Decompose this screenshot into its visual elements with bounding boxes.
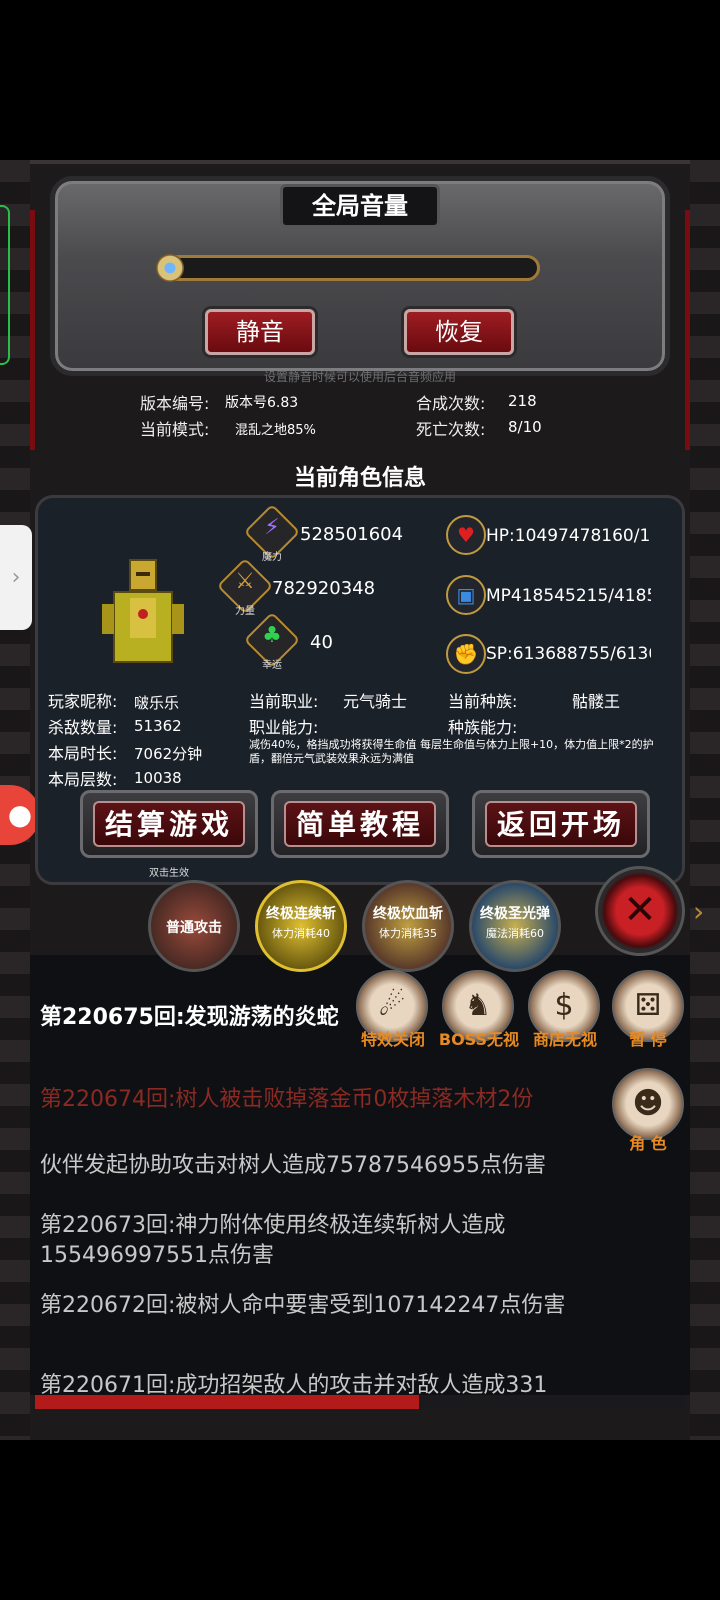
hp-value: :10497478160/1 [509, 526, 651, 546]
sword-icon: ⚔ [235, 569, 255, 594]
log-line: 第220671回:成功招架敌人的攻击并对敌人造成331 [40, 1373, 548, 1395]
magic-value: 528501604 [300, 524, 404, 545]
luck-caption: 幸运 [262, 660, 282, 671]
close-icon[interactable]: ✕ [595, 866, 685, 956]
shop-ignore-label[interactable]: 商店无视 [522, 1026, 608, 1050]
settle-game-label: 结算游戏 [93, 801, 245, 847]
side-drawer-handle[interactable]: › [0, 525, 32, 630]
craft-value: 218 [508, 392, 537, 410]
tutorial-label: 简单教程 [284, 801, 436, 847]
frame-right-rail [685, 210, 690, 450]
mute-hint: 设置静音时候可以使用后台音频应用 [263, 370, 456, 384]
hp-label: HP [486, 526, 510, 546]
pause-label[interactable]: 暂 停 [606, 1026, 690, 1050]
strength-value: 782920348 [272, 578, 376, 599]
job-ability-text: 减伤40%，格挡成功将获得生命值 每层生命值与体力上限+10，体力值上限*2的护… [249, 738, 654, 765]
skill-name: 终极连续斩 [266, 906, 336, 922]
kills-label: 杀敌数量: [48, 718, 118, 737]
mp-row: MP418545215/4185 [486, 586, 651, 606]
version-value: 版本号6.83 [225, 395, 299, 411]
job-ability-label: 职业能力: [249, 718, 319, 737]
return-start-label: 返回开场 [485, 801, 637, 847]
skill-ultimate-slash[interactable]: 终极连续斩 体力消耗40 [255, 880, 347, 972]
restore-button[interactable]: 恢复 [404, 309, 514, 355]
clover-icon: ♣ [262, 623, 282, 648]
job-value: 元气骑士 [343, 692, 408, 711]
lightning-icon: ⚡ [264, 515, 280, 540]
return-start-button[interactable]: 返回开场 [472, 790, 650, 858]
effects-toggle-label[interactable]: 特效关闭 [350, 1026, 436, 1050]
duration-value: 7062分钟 [134, 745, 203, 763]
kills-value: 51362 [134, 717, 182, 735]
luck-value: 40 [310, 632, 333, 653]
skill-normal-attack[interactable]: 普通攻击 [148, 880, 240, 972]
skill-cost: 体力消耗35 [379, 927, 437, 940]
floor-value: 10038 [134, 769, 182, 787]
nickname-label: 玩家昵称: [48, 692, 118, 711]
mana-icon: ▣ [446, 575, 486, 615]
strength-caption: 力量 [235, 606, 255, 617]
skill-cost: 体力消耗40 [272, 927, 330, 940]
race-value: 骷髅王 [572, 692, 621, 711]
mode-value: 混乱之地85% [235, 423, 316, 438]
user-icon: ● [7, 798, 33, 831]
boss-ignore-label[interactable]: BOSS无视 [434, 1026, 524, 1050]
version-label: 版本编号: [140, 394, 210, 413]
sp-value: :613688755/61368 [507, 644, 651, 664]
job-label: 当前职业: [249, 692, 319, 711]
chevron-right-icon[interactable]: › [693, 895, 704, 928]
mp-value: 418545215/4185 [510, 586, 651, 606]
sp-label: SP [486, 644, 508, 664]
role-label[interactable]: 角 色 [606, 1130, 690, 1154]
frame-left-rail [30, 210, 35, 450]
mute-button[interactable]: 静音 [205, 309, 315, 355]
race-label: 当前种族: [448, 692, 518, 711]
bottom-progress-bar [35, 1395, 685, 1409]
log-line: 第220672回:被树人命中要害受到107142247点伤害 [40, 1293, 566, 1318]
skill-holy-bolt[interactable]: 终极圣光弹 魔法消耗60 [469, 880, 561, 972]
character-avatar [100, 558, 186, 668]
settle-hint: 双击生效 [149, 868, 189, 879]
skill-name: 普通攻击 [166, 920, 222, 936]
log-line: 伙伴发起协助攻击对树人造成75787546955点伤害 [40, 1153, 546, 1178]
death-label: 死亡次数: [416, 420, 486, 439]
skill-blood-slash[interactable]: 终极饮血斩 体力消耗35 [362, 880, 454, 972]
bottom-progress-fill [35, 1395, 419, 1409]
sp-row: SP:613688755/61368 [486, 644, 651, 664]
settle-game-button[interactable]: 结算游戏 [80, 790, 258, 858]
mp-label: MP [486, 586, 511, 606]
craft-label: 合成次数: [416, 394, 486, 413]
tutorial-button[interactable]: 简单教程 [271, 790, 449, 858]
hp-row: HP:10497478160/1 [486, 526, 651, 546]
muscle-icon: ✊ [446, 634, 486, 674]
floor-label: 本局层数: [48, 770, 118, 789]
mode-label: 当前模式: [140, 420, 210, 439]
skill-cost: 魔法消耗60 [486, 927, 544, 940]
duration-label: 本局时长: [48, 744, 118, 763]
race-ability-label: 种族能力: [448, 718, 518, 737]
volume-slider[interactable] [165, 255, 540, 281]
volume-title: 全局音量 [280, 184, 440, 228]
volume-slider-knob[interactable] [156, 254, 184, 282]
log-line: 第220674回:树人被击败掉落金币0枚掉落木材2份 [40, 1087, 534, 1112]
chevron-right-icon: › [11, 565, 21, 590]
floating-edge-handle[interactable] [0, 205, 10, 365]
skill-name: 终极圣光弹 [480, 906, 550, 922]
character-info-title: 当前角色信息 [293, 466, 426, 491]
heart-icon: ♥ [446, 515, 486, 555]
death-value: 8/10 [508, 418, 542, 436]
magic-caption: 魔力 [262, 552, 282, 563]
log-line: 第220673回:神力附体使用终极连续斩树人造成155496997551点伤害 [40, 1213, 506, 1268]
nickname-value: 啵乐乐 [134, 694, 180, 712]
skill-name: 终极饮血斩 [373, 906, 443, 922]
frame-right-border [690, 160, 720, 1440]
